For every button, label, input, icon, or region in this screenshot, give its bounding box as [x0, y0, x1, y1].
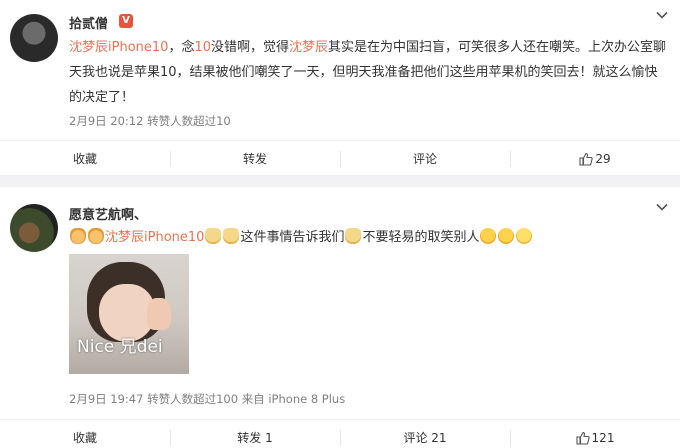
collect-button[interactable]: 收藏	[0, 141, 170, 176]
image-thumb-shape	[147, 298, 171, 330]
post-text-segment: 没错啊，觉得	[211, 40, 290, 55]
collect-button[interactable]: 收藏	[0, 420, 170, 448]
like-button[interactable]: 29	[510, 141, 680, 176]
post-text-segment: ，念	[168, 40, 195, 55]
repost-button[interactable]: 转发	[170, 141, 340, 176]
chevron-down-icon[interactable]	[656, 201, 668, 213]
image-caption: Nice 兄dei	[77, 337, 163, 357]
pray-emoji-icon	[70, 228, 86, 244]
cat-emoji-icon	[345, 228, 362, 244]
like-count: 121	[591, 430, 615, 445]
weibo-post-card: 愿意艺航啊、 沈梦辰iPhone10 这件事情告诉我们 不要轻易的取笑别人 Nice…	[0, 187, 680, 448]
comment-label: 评论 21	[403, 431, 447, 445]
post-text: 沈梦辰iPhone10 这件事情告诉我们 不要轻易的取笑别人	[69, 227, 669, 249]
post-stat: 转赞人数超过10	[147, 114, 231, 128]
post-time[interactable]: 2月9日 20:12	[69, 114, 143, 128]
like-count: 29	[595, 151, 611, 166]
mention-link[interactable]: 沈梦辰iPhone10	[105, 230, 204, 245]
post-meta: 2月9日 20:12 转赞人数超过10	[69, 113, 231, 129]
thumbs-up-icon	[575, 431, 590, 445]
post-text-b: 不要轻易的取笑别人	[362, 230, 480, 245]
collect-label: 收藏	[72, 431, 97, 445]
username[interactable]: 愿意艺航啊、	[69, 204, 147, 223]
avatar[interactable]	[10, 14, 58, 62]
repost-button[interactable]: 转发 1	[170, 420, 340, 448]
weibo-post-card: 拾贰僧 V 沈梦辰iPhone10，念10没错啊，觉得沈梦辰其实是在为中国扫盲，…	[0, 0, 680, 175]
like-button[interactable]: 121	[510, 420, 680, 448]
post-source: 来自 iPhone 8 Plus	[241, 392, 346, 406]
repost-label: 转发	[242, 152, 267, 166]
mention-link[interactable]: 10	[194, 40, 211, 55]
post-stat: 转赞人数超过100	[147, 392, 239, 406]
comment-label: 评论	[412, 152, 437, 166]
post-text-a: 这件事情告诉我们	[240, 230, 345, 245]
thumbs-up-icon	[579, 152, 594, 166]
username[interactable]: 拾贰僧	[69, 13, 108, 32]
cat-emoji-icon	[205, 228, 222, 244]
cat-emoji-icon	[223, 228, 240, 244]
avatar[interactable]	[10, 204, 58, 252]
comment-button[interactable]: 评论	[340, 141, 510, 176]
tongue-emoji-icon	[480, 228, 497, 244]
post-meta: 2月9日 19:47 转赞人数超过100 来自 iPhone 8 Plus	[69, 391, 345, 407]
pray-emoji-icon	[88, 228, 104, 244]
verified-badge-icon: V	[119, 14, 133, 28]
post-text: 沈梦辰iPhone10，念10没错啊，觉得沈梦辰其实是在为中国扫盲，可笑很多人还…	[69, 35, 669, 110]
chevron-down-icon[interactable]	[656, 9, 668, 21]
action-bar: 收藏 转发 评论 29	[0, 140, 680, 176]
collect-label: 收藏	[72, 152, 97, 166]
post-image[interactable]: Nice 兄dei	[69, 254, 189, 374]
tongue-emoji-icon	[498, 228, 515, 244]
laugh-cry-emoji-icon	[516, 228, 533, 244]
mention-link[interactable]: 沈梦辰	[289, 40, 328, 55]
repost-label: 转发 1	[237, 431, 273, 445]
action-bar: 收藏 转发 1 评论 21 121	[0, 419, 680, 448]
post-time[interactable]: 2月9日 19:47	[69, 392, 143, 406]
comment-button[interactable]: 评论 21	[340, 420, 510, 448]
mention-link[interactable]: 沈梦辰iPhone10	[69, 40, 168, 55]
